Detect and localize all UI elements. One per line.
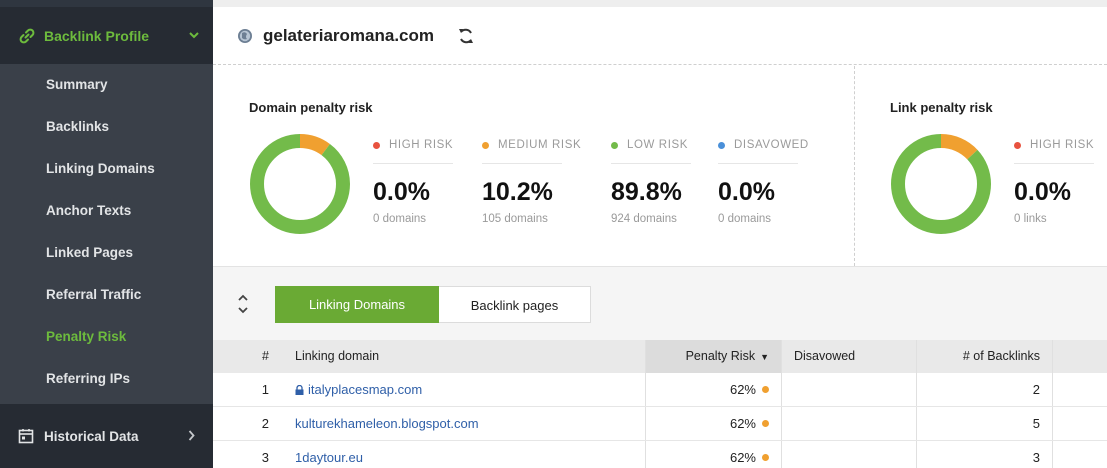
sort-desc-icon: ▼	[760, 352, 769, 362]
backlinks-count: 3	[917, 441, 1053, 468]
row-num: 2	[261, 416, 269, 431]
link-icon	[18, 27, 36, 45]
linking-domain-link[interactable]: italyplacesmap.com	[308, 382, 422, 397]
link-penalty-donut	[891, 134, 991, 234]
sidebar: Backlink Profile Summary Backlinks Linki…	[0, 0, 213, 468]
stat-high-risk: HIGH RISK 0.0% 0 domains	[373, 139, 473, 225]
disavowed-dot	[718, 141, 725, 149]
tab-linking-domains[interactable]: Linking Domains	[275, 286, 439, 323]
backlink-profile-section-header[interactable]: Backlink Profile	[0, 7, 213, 64]
table-row: 1 italyplacesmap.com 62% 2	[213, 373, 1107, 407]
medium-risk-value: 10.2%	[482, 178, 553, 206]
high-risk-legend: HIGH RISK	[389, 139, 454, 151]
row-num: 3	[261, 450, 269, 465]
row-num: 1	[261, 382, 269, 397]
sidebar-item-summary[interactable]: Summary	[0, 64, 213, 106]
top-strip	[213, 0, 1107, 7]
stat-disavowed: DISAVOWED 0.0% 0 domains	[718, 139, 818, 225]
link-high-risk-legend: HIGH RISK	[1030, 139, 1095, 151]
sidebar-item-anchor-texts[interactable]: Anchor Texts	[0, 190, 213, 232]
link-high-risk-count: 0 links	[1014, 213, 1047, 225]
linking-domains-table: # Linking domain Penalty Risk ▼ Disavowed…	[213, 340, 1107, 468]
sidebar-item-penalty-risk[interactable]: Penalty Risk	[0, 316, 213, 358]
sort-icon[interactable]	[237, 291, 249, 317]
historical-data-label: Historical Data	[44, 428, 139, 444]
historical-data-section-header[interactable]: Historical Data	[0, 404, 213, 468]
linking-domain-link[interactable]: 1daytour.eu	[295, 450, 363, 465]
table-row: 2 kulturekhameleon.blogspot.com 62% 5	[213, 407, 1107, 441]
card-divider	[854, 66, 855, 266]
page-title: gelateriaromana.com	[263, 25, 435, 45]
risk-dot	[762, 420, 769, 427]
header-num[interactable]: #	[213, 340, 283, 373]
disavowed-cell[interactable]	[781, 407, 917, 440]
sidebar-item-referring-ips[interactable]: Referring IPs	[0, 358, 213, 400]
link-high-risk-value: 0.0%	[1014, 178, 1071, 206]
tabs-strip: Linking Domains Backlink pages	[213, 266, 1107, 340]
link-penalty-title: Link penalty risk	[890, 100, 993, 115]
low-risk-count: 924 domains	[611, 213, 677, 225]
sidebar-item-referral-traffic[interactable]: Referral Traffic	[0, 274, 213, 316]
link-high-risk-dot	[1014, 141, 1021, 149]
header-penalty-risk[interactable]: Penalty Risk ▼	[645, 340, 781, 373]
domain-penalty-title: Domain penalty risk	[249, 100, 373, 115]
globe-icon	[237, 28, 253, 44]
disavowed-value: 0.0%	[718, 178, 775, 206]
penalty-cards: Domain penalty risk HIGH RISK 0.0% 0 dom…	[213, 66, 1107, 266]
disavowed-count: 0 domains	[718, 213, 772, 225]
medium-risk-dot	[482, 141, 489, 149]
chevron-down-icon[interactable]	[189, 30, 199, 42]
low-risk-legend: LOW RISK	[627, 139, 689, 151]
backlink-profile-label: Backlink Profile	[44, 27, 150, 44]
high-risk-count: 0 domains	[373, 213, 427, 225]
penalty-risk-value: 62%	[729, 382, 756, 397]
sidebar-menu: Summary Backlinks Linking Domains Anchor…	[0, 64, 213, 404]
table-row: 3 1daytour.eu 62% 3	[213, 441, 1107, 468]
penalty-risk-value: 62%	[729, 450, 756, 465]
stat-medium-risk: MEDIUM RISK 10.2% 105 domains	[482, 139, 582, 225]
sidebar-item-backlinks[interactable]: Backlinks	[0, 106, 213, 148]
table-header: # Linking domain Penalty Risk ▼ Disavowed…	[213, 340, 1107, 373]
header-penalty-risk-label: Penalty Risk	[685, 349, 756, 363]
sidebar-item-linking-domains[interactable]: Linking Domains	[0, 148, 213, 190]
page-header: gelateriaromana.com	[213, 7, 1107, 65]
refresh-icon[interactable]	[456, 26, 476, 46]
medium-risk-legend: MEDIUM RISK	[498, 139, 582, 151]
linking-domain-link[interactable]: kulturekhameleon.blogspot.com	[295, 416, 479, 431]
header-backlinks[interactable]: # of Backlinks	[917, 340, 1053, 373]
backlinks-count: 5	[917, 407, 1053, 440]
disavowed-cell[interactable]	[781, 441, 917, 468]
high-risk-value: 0.0%	[373, 178, 430, 206]
stat-low-risk: LOW RISK 89.8% 924 domains	[611, 139, 711, 225]
disavowed-legend: DISAVOWED	[734, 139, 809, 151]
low-risk-dot	[611, 141, 618, 149]
tab-backlink-pages[interactable]: Backlink pages	[439, 286, 591, 323]
medium-risk-count: 105 domains	[482, 213, 548, 225]
header-disavowed[interactable]: Disavowed	[781, 340, 917, 373]
low-risk-value: 89.8%	[611, 178, 682, 206]
lock-icon	[295, 374, 304, 395]
backlinks-count: 2	[917, 373, 1053, 406]
high-risk-dot	[373, 141, 380, 149]
stat-link-high-risk: HIGH RISK 0.0% 0 links	[1014, 139, 1104, 225]
header-linking-domain[interactable]: Linking domain	[283, 340, 645, 373]
risk-dot	[762, 386, 769, 393]
risk-dot	[762, 454, 769, 461]
sidebar-item-linked-pages[interactable]: Linked Pages	[0, 232, 213, 274]
disavowed-cell[interactable]	[781, 373, 917, 406]
domain-penalty-donut	[250, 134, 350, 234]
donut-segment-low	[250, 134, 350, 234]
calendar-icon	[18, 428, 34, 444]
chevron-right-icon[interactable]	[188, 428, 195, 444]
penalty-risk-value: 62%	[729, 416, 756, 431]
